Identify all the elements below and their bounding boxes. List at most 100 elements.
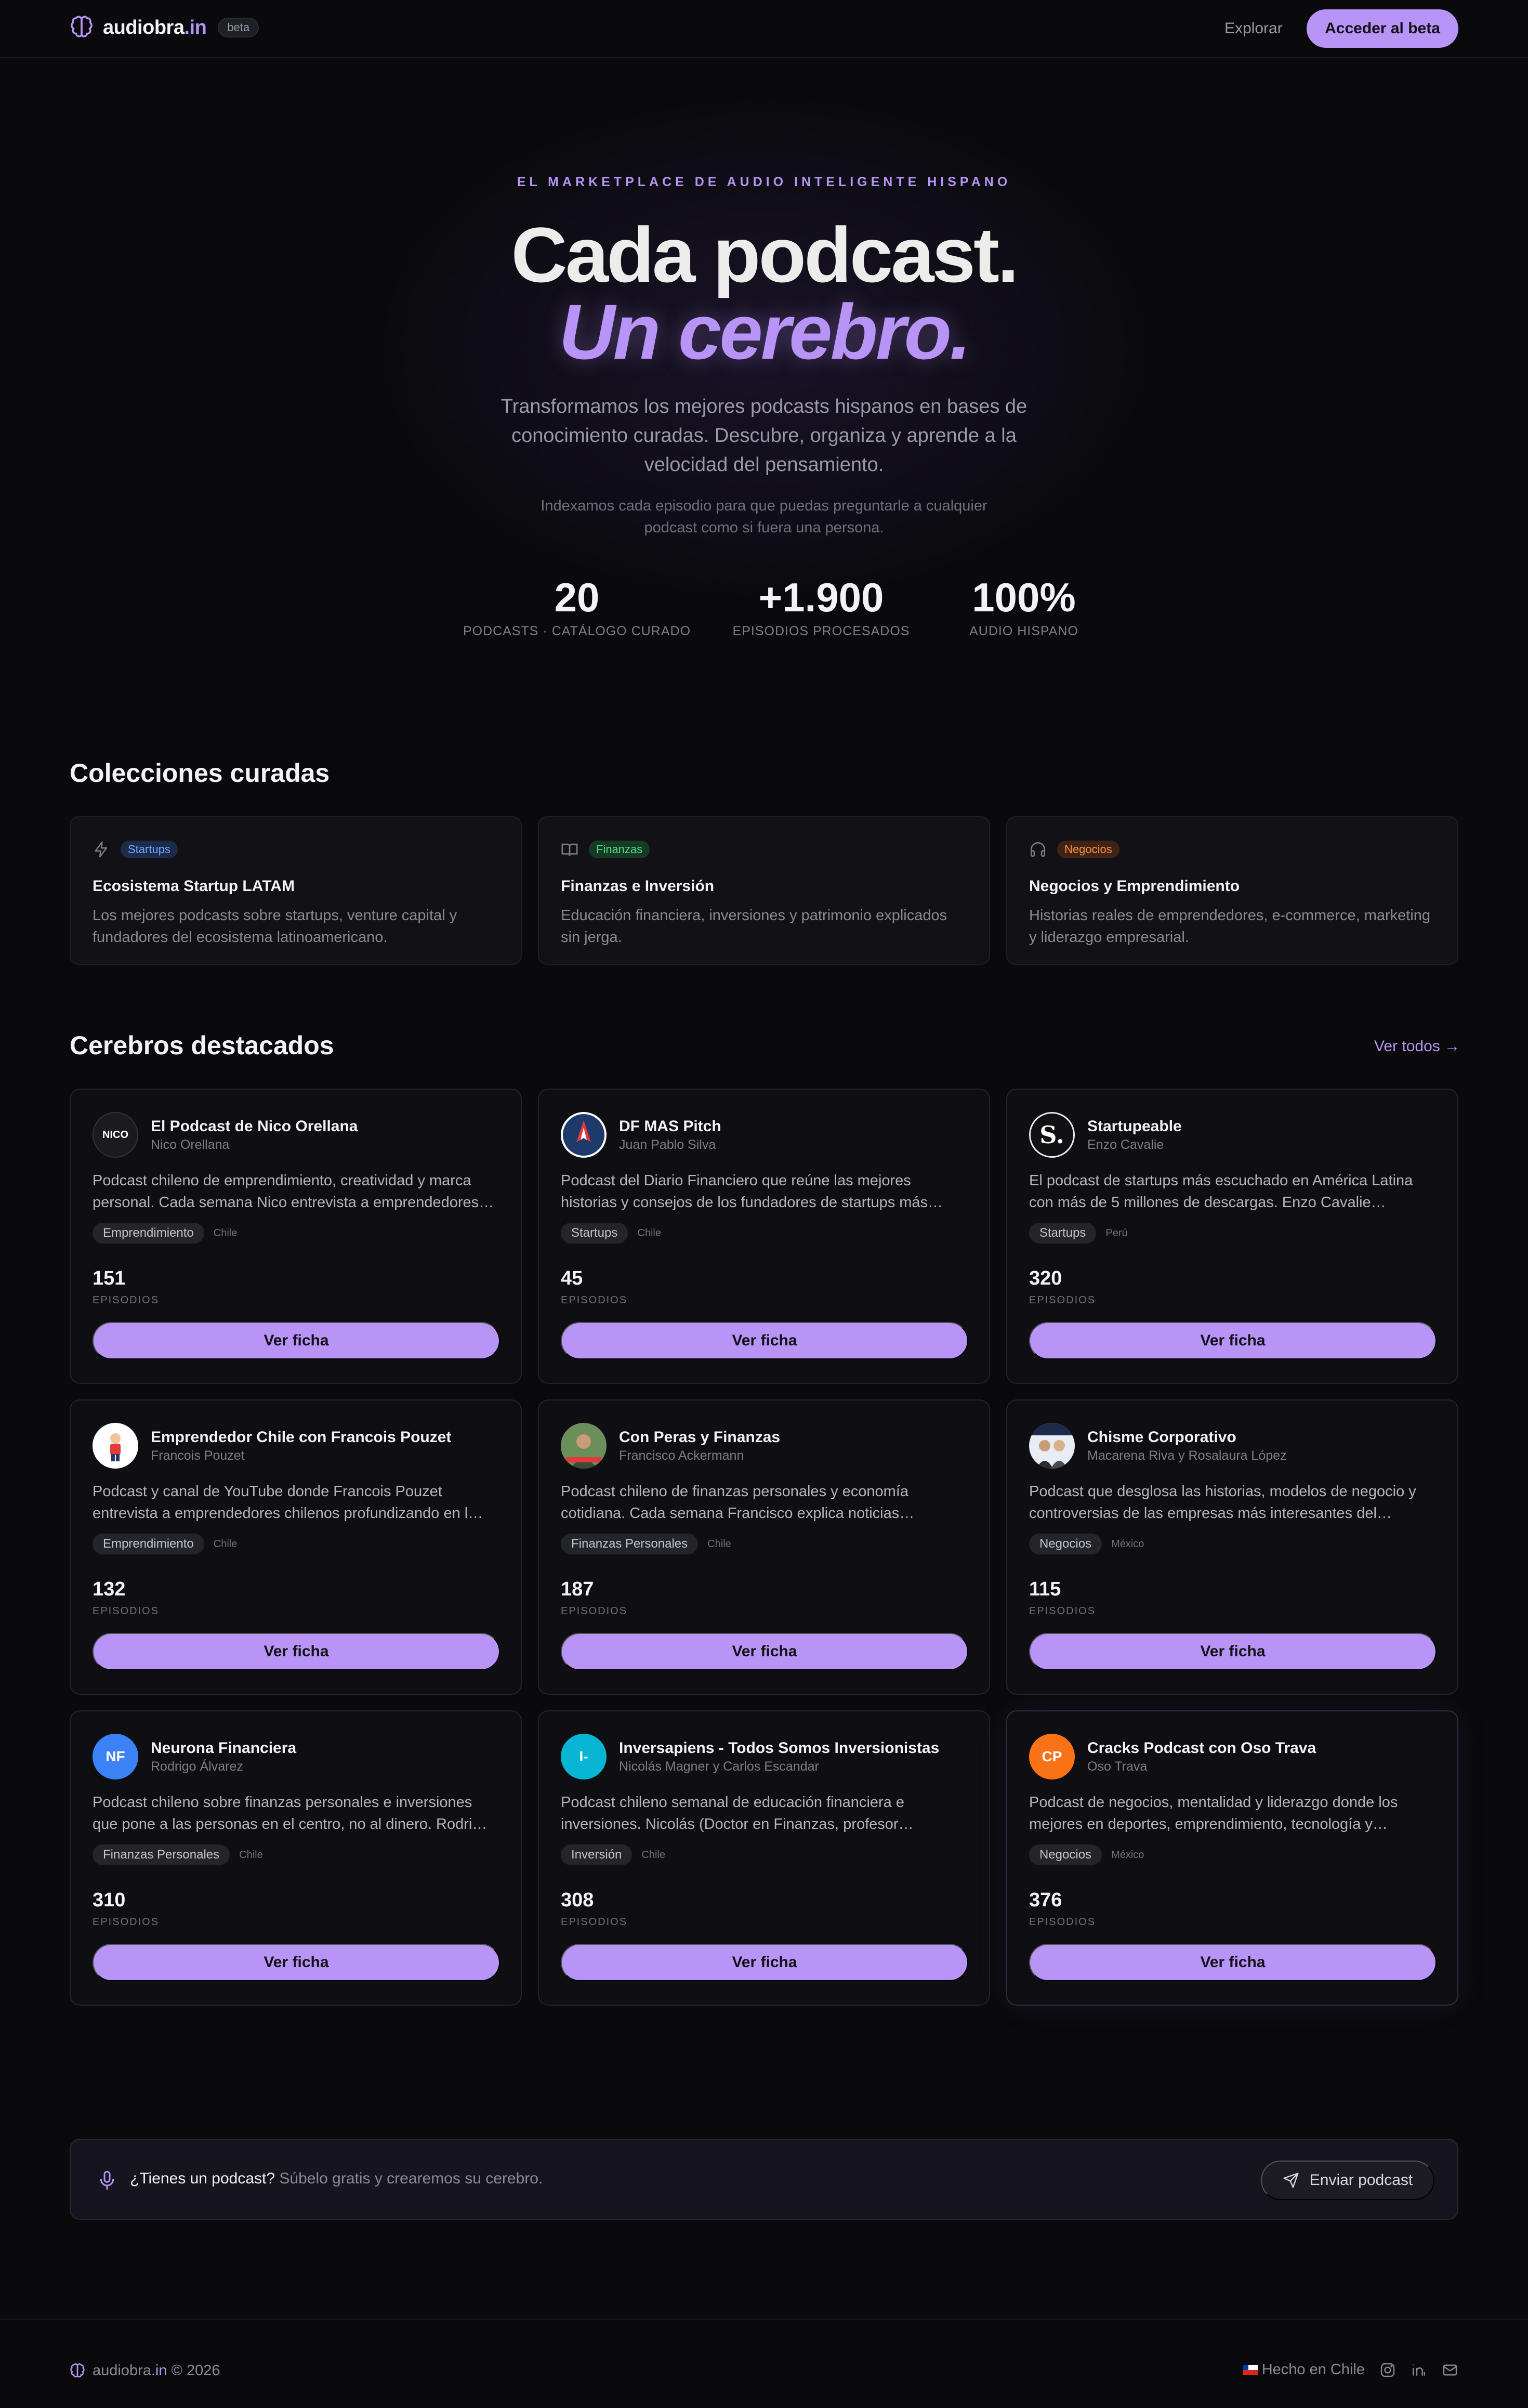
episode-count: 45 — [561, 1267, 583, 1289]
country-label: Chile — [213, 1227, 238, 1239]
episodes-label: EPISODIOS — [93, 1916, 160, 1928]
podcast-name: El Podcast de Nico Orellana — [151, 1118, 358, 1135]
podcast-description: El podcast de startups más escuchado en … — [1029, 1172, 1413, 1211]
episodes-label: EPISODIOS — [561, 1294, 628, 1306]
hero-title-line1: Cada podcast. — [511, 211, 1019, 298]
episodes-label: EPISODIOS — [93, 1605, 160, 1617]
collection-description: Historias reales de emprendedores, e-com… — [1029, 907, 1431, 946]
podcast-avatar — [561, 1112, 607, 1158]
podcast-avatar — [93, 1423, 138, 1469]
host-photo-icon — [566, 1434, 601, 1469]
view-profile-button[interactable]: Ver ficha — [561, 1633, 968, 1670]
podcast-name: Startupeable — [1087, 1118, 1182, 1135]
lightning-icon — [95, 841, 108, 858]
book-icon — [561, 843, 578, 856]
submit-podcast-banner: ¿Tienes un podcast? Súbelo gratis y crea… — [70, 2139, 1458, 2220]
podcast-description: Podcast chileno de finanzas personales y… — [561, 1483, 915, 1522]
podcast-card[interactable]: I- Inversapiens - Todos Somos Inversioni… — [538, 1710, 990, 2006]
podcast-card[interactable]: Chisme Corporativo Macarena Riva y Rosal… — [1006, 1399, 1458, 1695]
view-profile-button[interactable]: Ver ficha — [1029, 1633, 1437, 1670]
podcast-author: Macarena Riva y Rosalaura López — [1087, 1448, 1287, 1463]
category-tag: Startups — [1029, 1223, 1097, 1244]
episode-count: 151 — [93, 1267, 126, 1289]
category-tag: Negocios — [1029, 1534, 1102, 1554]
podcast-card[interactable]: Con Peras y Finanzas Francisco Ackermann… — [538, 1399, 990, 1695]
episode-count: 310 — [93, 1889, 126, 1911]
chile-flag-icon — [1243, 2365, 1258, 2375]
brain-icon — [71, 16, 93, 37]
send-podcast-label: Enviar podcast — [1309, 2171, 1413, 2189]
collection-card-startups[interactable]: Startups Ecosistema Startup LATAM Los me… — [70, 816, 522, 965]
country-label: Chile — [239, 1849, 263, 1861]
hero-subtitle: Transformamos los mejores podcasts hispa… — [500, 396, 1028, 476]
footer-links: Hecho en Chile — [1243, 2361, 1458, 2378]
podcast-name: Inversapiens - Todos Somos Inversionista… — [619, 1739, 940, 1757]
podcast-description: Podcast que desglosa las historias, mode… — [1029, 1483, 1416, 1522]
podcast-card[interactable]: CP Cracks Podcast con Oso Trava Oso Trav… — [1006, 1710, 1458, 2006]
collection-tag: Finanzas — [589, 841, 650, 858]
view-profile-button[interactable]: Ver ficha — [1029, 1322, 1437, 1359]
podcast-author: Francisco Ackermann — [619, 1448, 744, 1463]
episodes-label: EPISODIOS — [93, 1294, 160, 1306]
headphones-icon — [1030, 842, 1046, 857]
episode-count: 308 — [561, 1889, 594, 1911]
stat-podcasts: 20 PODCASTS · CATÁLOGO CURADO — [447, 574, 707, 639]
podcast-name: Cracks Podcast con Oso Trava — [1087, 1739, 1316, 1757]
episodes-label: EPISODIOS — [561, 1605, 628, 1617]
person-illustration-icon — [110, 1433, 121, 1461]
rocket-logo-icon — [563, 1114, 604, 1156]
made-in-chile: Hecho en Chile — [1243, 2361, 1365, 2378]
collection-description: Educación financiera, inversiones y patr… — [561, 907, 947, 946]
brain-icon — [70, 2363, 85, 2377]
view-profile-button[interactable]: Ver ficha — [1029, 1944, 1437, 1981]
send-icon — [1283, 2173, 1299, 2188]
footer: audiobra.in © 2026 Hecho en Chile — [0, 2319, 1528, 2408]
country-label: Chile — [637, 1227, 661, 1239]
podcast-card[interactable]: Emprendedor Chile con Francois Pouzet Fr… — [70, 1399, 522, 1695]
podcast-description: Podcast del Diario Financiero que reúne … — [561, 1172, 943, 1211]
podcast-name: Con Peras y Finanzas — [619, 1429, 781, 1446]
stat-value: 20 — [554, 574, 600, 620]
explore-link[interactable]: Explorar — [1224, 20, 1283, 37]
send-podcast-button[interactable]: Enviar podcast — [1261, 2161, 1434, 2200]
podcast-card[interactable]: DF MAS Pitch Juan Pablo Silva Podcast de… — [538, 1089, 990, 1384]
stat-label: EPISODIOS PROCESADOS — [732, 624, 910, 638]
stat-value: +1.900 — [758, 574, 884, 620]
hosts-photo-icon — [1029, 1423, 1075, 1469]
podcast-card[interactable]: S. Startupeable Enzo Cavalie El podcast … — [1006, 1089, 1458, 1384]
podcast-author: Nico Orellana — [151, 1137, 230, 1152]
podcast-author: Oso Trava — [1087, 1759, 1148, 1774]
mail-icon[interactable] — [1442, 2362, 1458, 2378]
view-profile-button[interactable]: Ver ficha — [561, 1944, 968, 1981]
country-label: Chile — [707, 1538, 731, 1550]
collection-tag: Negocios — [1057, 841, 1119, 858]
podcast-avatar: NICO — [93, 1112, 138, 1158]
podcast-description: Podcast chileno sobre finanzas personale… — [93, 1794, 488, 1833]
podcast-avatar: NF — [93, 1734, 138, 1779]
hero-subtitle-secondary: Indexamos cada episodio para que puedas … — [541, 498, 987, 536]
top-nav: audiobra.in beta Explorar Acceder al bet… — [0, 0, 1528, 58]
view-profile-button[interactable]: Ver ficha — [93, 1322, 500, 1359]
microphone-icon — [100, 2170, 114, 2190]
podcast-card[interactable]: NF Neurona Financiera Rodrigo Álvarez Po… — [70, 1710, 522, 2006]
view-profile-button[interactable]: Ver ficha — [93, 1944, 500, 1981]
instagram-icon[interactable] — [1379, 2362, 1396, 2378]
category-tag: Emprendimiento — [93, 1534, 204, 1554]
collection-card-negocios[interactable]: Negocios Negocios y Emprendimiento Histo… — [1006, 816, 1458, 965]
see-all-link[interactable]: Ver todos → — [1374, 1038, 1460, 1055]
category-tag: Startups — [561, 1223, 628, 1244]
view-profile-button[interactable]: Ver ficha — [561, 1322, 968, 1359]
access-beta-button[interactable]: Acceder al beta — [1307, 9, 1458, 48]
podcast-avatar: S. — [1029, 1112, 1075, 1158]
collection-card-finanzas[interactable]: Finanzas Finanzas e Inversión Educación … — [538, 816, 990, 965]
podcast-author: Nicolás Magner y Carlos Escandar — [619, 1759, 819, 1774]
footer-brand: audiobra.in © 2026 — [70, 2362, 220, 2379]
podcast-card[interactable]: NICO El Podcast de Nico Orellana Nico Or… — [70, 1089, 522, 1384]
collection-title: Finanzas e Inversión — [561, 878, 715, 895]
linkedin-icon[interactable] — [1411, 2362, 1427, 2378]
logo[interactable]: audiobra.in beta — [70, 16, 259, 40]
view-profile-button[interactable]: Ver ficha — [93, 1633, 500, 1670]
episode-count: 132 — [93, 1578, 126, 1600]
logo-text: audiobra.in — [103, 16, 207, 38]
episodes-label: EPISODIOS — [561, 1916, 628, 1928]
